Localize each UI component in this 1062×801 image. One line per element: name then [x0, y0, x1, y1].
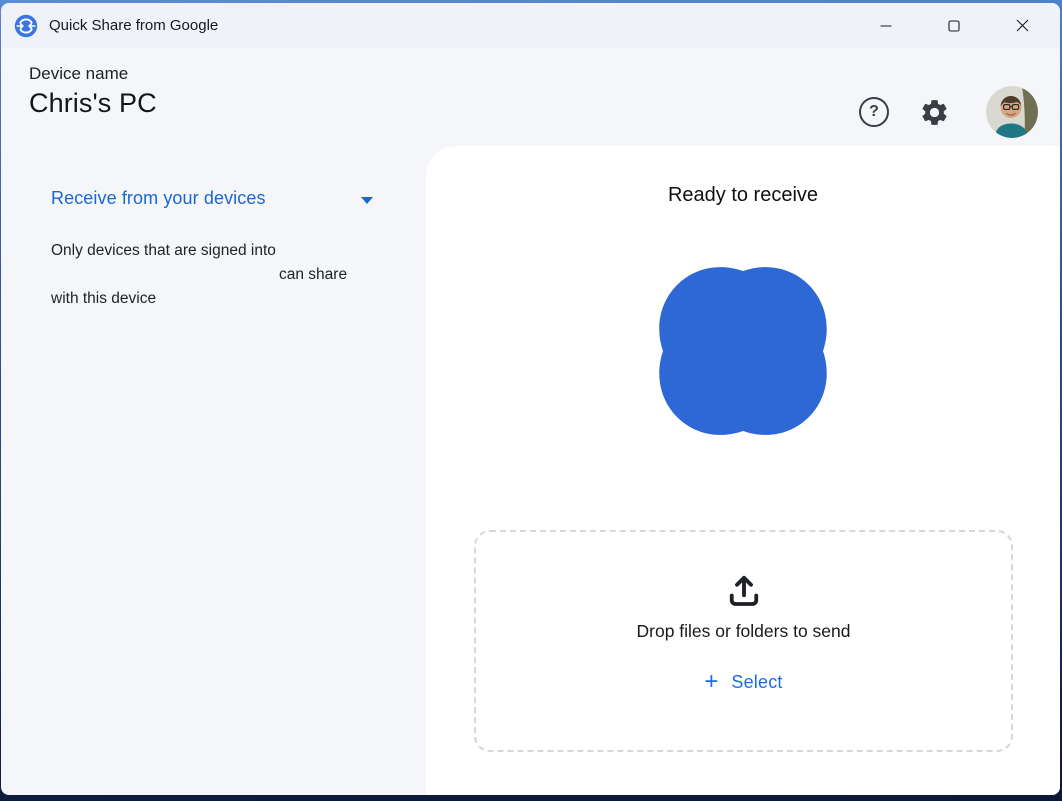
plus-icon: + — [704, 668, 719, 695]
maximize-button[interactable] — [931, 3, 977, 48]
close-icon — [1016, 19, 1028, 32]
account-button[interactable] — [986, 86, 1038, 138]
select-files-button[interactable]: + Select — [704, 670, 782, 694]
ready-blob-graphic — [659, 267, 827, 435]
sidebar: Receive from your devices Only devices t… — [1, 146, 426, 795]
minimize-button[interactable] — [863, 3, 909, 48]
window-title: Quick Share from Google — [49, 17, 219, 34]
chevron-down-icon — [361, 196, 373, 204]
avatar — [986, 86, 1038, 138]
drop-zone-message: Drop files or folders to send — [636, 621, 851, 641]
main-panel: Ready to receive Drop files or folders t… — [426, 146, 1060, 795]
visibility-mode-dropdown[interactable]: Receive from your devices — [51, 188, 373, 209]
device-name-label: Device name — [29, 64, 129, 83]
select-button-label: Select — [731, 671, 783, 692]
description-line: with this device — [51, 290, 157, 307]
gear-icon — [922, 99, 947, 125]
quick-share-app-icon — [14, 14, 38, 37]
visibility-mode-label: Receive from your devices — [51, 188, 266, 208]
description-line: Only devices that are signed into — [51, 242, 276, 259]
maximize-icon — [948, 19, 960, 32]
title-bar: Quick Share from Google — [1, 3, 1060, 48]
minimize-icon — [880, 24, 892, 27]
help-button[interactable]: ? — [859, 97, 889, 127]
device-info: Device name Chris's PC — [29, 64, 157, 146]
help-icon: ? — [859, 97, 889, 127]
content: Receive from your devices Only devices t… — [1, 146, 1060, 795]
window-controls — [841, 3, 1060, 48]
quick-share-window: Quick Share from Google Device name Chri… — [1, 3, 1060, 795]
description-line: can share — [279, 266, 348, 283]
upload-icon — [729, 575, 758, 606]
device-name-value: Chris's PC — [29, 88, 157, 118]
close-button[interactable] — [999, 3, 1045, 48]
file-drop-zone[interactable]: Drop files or folders to send + Select — [474, 530, 1013, 752]
visibility-description: Only devices that are signed into can sh… — [51, 239, 373, 311]
header: Device name Chris's PC ? — [1, 48, 1060, 146]
settings-button[interactable] — [919, 97, 950, 128]
header-actions: ? — [859, 86, 1038, 138]
status-title: Ready to receive — [667, 184, 819, 206]
